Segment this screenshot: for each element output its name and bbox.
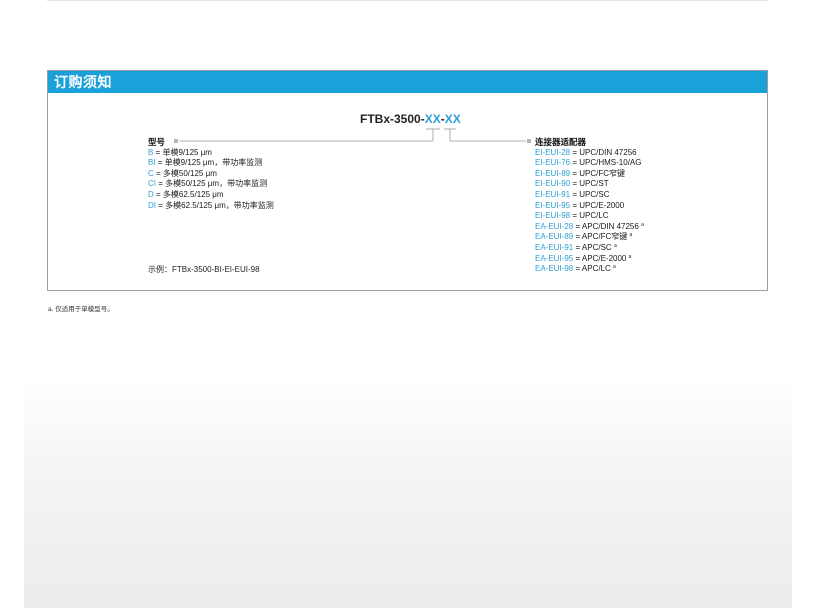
top-rule <box>47 0 768 1</box>
list-item: B = 单模9/125 μm <box>148 147 212 157</box>
list-item: EI-EUI-91 = UPC/SC <box>535 189 610 199</box>
list-item: EA-EUI-98 = APC/LC a <box>535 264 616 274</box>
list-item: EI-EUI-89 = UPC/FC窄键 <box>535 168 626 178</box>
list-item: EI-EUI-90 = UPC/ST <box>535 179 609 189</box>
bottom-background <box>24 380 792 608</box>
connector-list: 连接器适配器 EI-EUI-28 = UPC/DIN 47256 EI-EUI-… <box>535 137 644 275</box>
model-heading: 型号 <box>148 137 166 147</box>
list-item: EA-EUI-89 = APC/FC窄键 a <box>535 232 633 242</box>
connector-heading: 连接器适配器 <box>535 137 587 147</box>
list-item: EI-EUI-28 = UPC/DIN 47256 <box>535 147 637 157</box>
list-item: EA-EUI-91 = APC/SC a <box>535 242 617 252</box>
list-item: EI-EUI-76 = UPC/HMS-10/AG <box>535 158 642 168</box>
order-example: 示例：FTBx-3500-BI-EI-EUI-98 <box>148 265 260 274</box>
list-item: C = 多模50/125 μm <box>148 168 217 178</box>
list-item: EA-EUI-95 = APC/E-2000 a <box>535 253 632 263</box>
list-item: BI = 单模9/125 μm，带功率监测 <box>148 158 263 168</box>
ordering-panel: 订购须知 FTBx-3500-XX-XX 型号 B = 单模9/125 μm B… <box>47 70 768 291</box>
connector-marker <box>527 139 531 143</box>
list-item: EI-EUI-98 = UPC/LC <box>535 211 609 221</box>
list-item: EA-EUI-28 = APC/DIN 47256 a <box>535 221 644 231</box>
list-item: EI-EUI-95 = UPC/E-2000 <box>535 200 625 210</box>
list-item: D = 多模62.5/125 μm <box>148 189 224 199</box>
model-list: 型号 B = 单模9/125 μm BI = 单模9/125 μm，带功率监测 … <box>148 137 274 211</box>
footnote: a. 仅适用于单模型号。 <box>48 306 114 313</box>
list-item: DI = 多模62.5/125 μm，带功率监测 <box>148 200 274 210</box>
list-item: CI = 多模50/125 μm，带功率监测 <box>148 179 268 189</box>
